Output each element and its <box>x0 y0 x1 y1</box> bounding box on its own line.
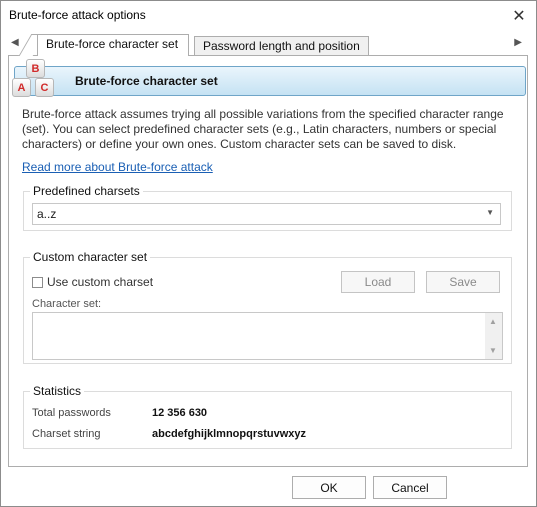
ok-button[interactable]: OK <box>292 476 366 499</box>
use-custom-charset-label[interactable]: Use custom charset <box>47 275 153 289</box>
title-bar: Brute-force attack options ✕ <box>1 1 536 31</box>
section-header: Brute-force character set <box>14 66 526 96</box>
tab-scroll-right-icon[interactable]: ▶ <box>514 37 522 48</box>
use-custom-charset-checkbox[interactable] <box>32 276 43 288</box>
description-text: Brute-force attack assumes trying all po… <box>22 107 504 151</box>
dialog-window: Brute-force attack options ✕ ◀ Brute-for… <box>0 0 537 507</box>
chevron-down-icon: ▼ <box>486 208 494 217</box>
statistics-group: Statistics Total passwords 12 356 630 Ch… <box>23 384 512 449</box>
total-passwords-value: 12 356 630 <box>152 407 208 419</box>
footer-separator <box>1 471 536 472</box>
read-more-link[interactable]: Read more about Brute-force attack <box>22 160 213 174</box>
custom-charset-group: Custom character set Use custom charset … <box>23 250 512 364</box>
window-title: Brute-force attack options <box>9 8 146 22</box>
key-c-icon: C <box>35 78 54 97</box>
section-header-title: Brute-force character set <box>75 74 218 88</box>
use-custom-charset-row[interactable]: Use custom charset <box>32 275 153 289</box>
predefined-charsets-label: Predefined charsets <box>30 184 143 198</box>
tab-brute-force-character-set[interactable]: Brute-force character set <box>37 34 189 56</box>
custom-charset-label: Custom character set <box>30 250 151 264</box>
statistics-label: Statistics <box>30 384 85 398</box>
scroll-up-icon[interactable]: ▲ <box>489 317 497 326</box>
tab-password-length-and-position[interactable]: Password length and position <box>194 36 369 55</box>
predefined-charsets-group: Predefined charsets a..z ▼ <box>23 184 512 231</box>
cancel-button[interactable]: Cancel <box>373 476 447 499</box>
tab-page: Brute-force character set B A C Brute-fo… <box>8 55 528 467</box>
save-button[interactable]: Save <box>426 271 500 293</box>
tab-strip: ◀ Brute-force character set Password len… <box>1 33 536 56</box>
key-a-icon: A <box>12 78 31 97</box>
charset-string-label: Charset string <box>32 428 101 440</box>
predefined-charset-value: a..z <box>37 207 57 221</box>
load-button[interactable]: Load <box>341 271 415 293</box>
textarea-scrollbar[interactable]: ▲ ▼ <box>485 313 502 359</box>
abc-keys-icon: B A C <box>12 59 56 101</box>
character-set-label: Character set: <box>32 298 102 310</box>
key-b-icon: B <box>26 59 45 78</box>
predefined-charset-select[interactable]: a..z ▼ <box>32 203 501 225</box>
scroll-down-icon[interactable]: ▼ <box>489 346 497 355</box>
character-set-input[interactable]: ▲ ▼ <box>32 312 503 360</box>
tab-scroll-left-icon[interactable]: ◀ <box>11 37 19 48</box>
charset-string-value: abcdefghijklmnopqrstuvwxyz <box>152 428 307 440</box>
total-passwords-label: Total passwords <box>32 407 111 419</box>
close-icon[interactable]: ✕ <box>508 5 530 27</box>
